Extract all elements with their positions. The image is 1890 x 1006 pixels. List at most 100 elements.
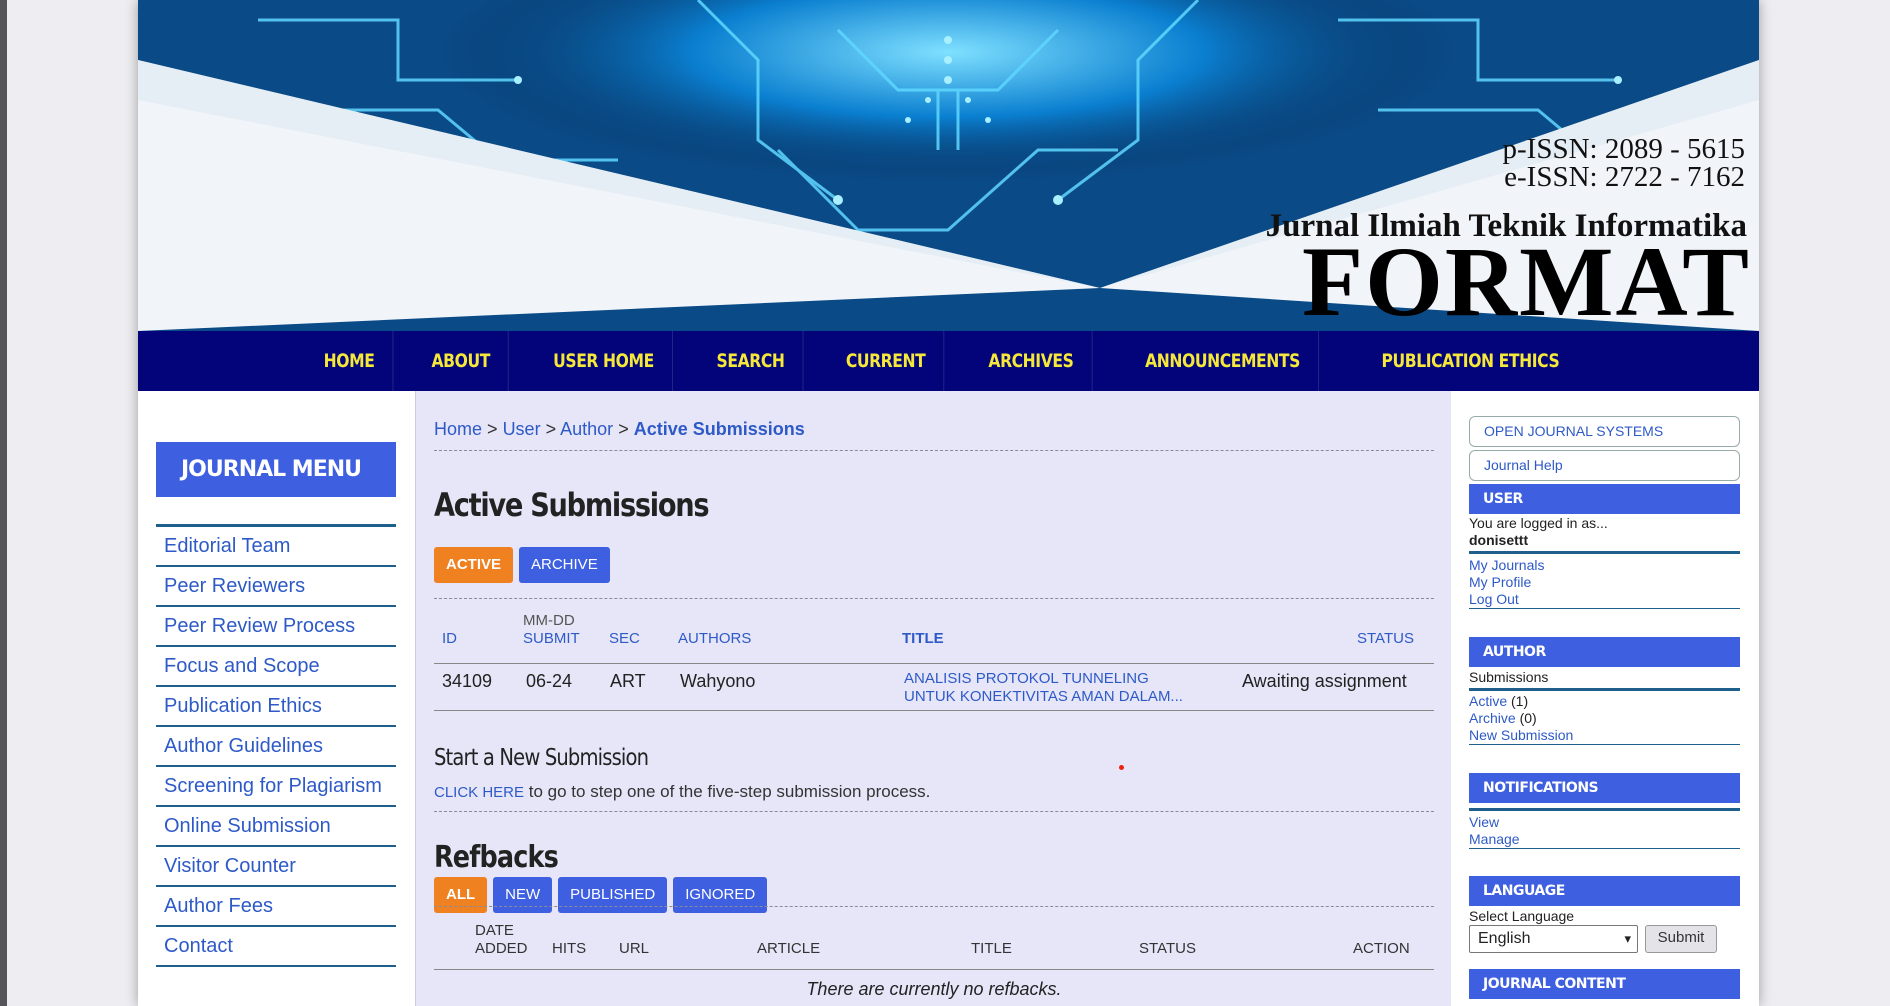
click-here-link[interactable]: CLICK HERE xyxy=(434,784,524,801)
submission-tabs: ACTIVE ARCHIVE xyxy=(434,547,610,583)
ref-col-action: ACTION xyxy=(1353,940,1410,957)
col-date-submit[interactable]: SUBMIT xyxy=(523,630,580,647)
nav-user-home[interactable]: USER HOME xyxy=(535,331,673,391)
divider xyxy=(434,811,1434,812)
row-title-link[interactable]: ANALISIS PROTOKOL TUNNELING UNTUK KONEKT… xyxy=(904,670,1183,706)
notifications-view-link[interactable]: View xyxy=(1469,814,1499,830)
author-active-link[interactable]: Active xyxy=(1469,693,1507,709)
ref-col-article: ARTICLE xyxy=(757,940,821,957)
new-submission-link[interactable]: New Submission xyxy=(1469,727,1573,743)
menu-screening-plagiarism[interactable]: Screening for Plagiarism xyxy=(156,767,396,807)
menu-peer-reviewers[interactable]: Peer Reviewers xyxy=(156,567,396,607)
pissn-text: p-ISSN: 2089 - 5615 xyxy=(1502,133,1745,165)
menu-peer-review-process[interactable]: Peer Review Process xyxy=(156,607,396,647)
nav-announcements[interactable]: ANNOUNCEMENTS xyxy=(1127,331,1319,391)
col-sec[interactable]: SEC xyxy=(609,630,640,647)
divider xyxy=(1469,688,1740,691)
col-date-top: MM-DD xyxy=(523,612,575,629)
divider xyxy=(1469,551,1740,554)
journal-menu-heading: JOURNAL MENU xyxy=(156,442,396,497)
eissn-text: e-ISSN: 2722 - 7162 xyxy=(1504,161,1745,193)
notifications-manage-link[interactable]: Manage xyxy=(1469,831,1520,847)
col-authors[interactable]: AUTHORS xyxy=(678,630,751,647)
journal-help-button[interactable]: Journal Help xyxy=(1469,450,1740,481)
tab-all[interactable]: ALL xyxy=(434,877,488,913)
menu-focus-and-scope[interactable]: Focus and Scope xyxy=(156,647,396,687)
my-journals-link[interactable]: My Journals xyxy=(1469,557,1544,573)
journal-menu-list: Editorial Team Peer Reviewers Peer Revie… xyxy=(156,524,396,967)
page-title: Active Submissions xyxy=(434,486,710,524)
nav-archives[interactable]: ARCHIVES xyxy=(971,331,1093,391)
col-title[interactable]: TITLE xyxy=(902,630,944,647)
breadcrumb-sep: > xyxy=(618,419,629,439)
journal-content-heading: JOURNAL CONTENT xyxy=(1469,969,1740,999)
my-profile-link[interactable]: My Profile xyxy=(1469,574,1531,590)
nav-search[interactable]: SEARCH xyxy=(699,331,804,391)
language-select[interactable]: English ▾ xyxy=(1469,925,1638,953)
cursor-dot xyxy=(1119,765,1124,770)
issn-block: p-ISSN: 2089 - 5615 e-ISSN: 2722 - 7162 xyxy=(1502,133,1745,193)
row-date: 06-24 xyxy=(526,671,573,691)
breadcrumb-author[interactable]: Author xyxy=(560,419,613,439)
author-active-count: (1) xyxy=(1511,693,1529,709)
breadcrumb: Home > User > Author > Active Submission… xyxy=(434,419,805,440)
menu-online-submission[interactable]: Online Submission xyxy=(156,807,396,847)
nav-about[interactable]: ABOUT xyxy=(414,331,510,391)
submissions-label: Submissions xyxy=(1469,669,1549,685)
new-submission-text: CLICK HERE to go to step one of the five… xyxy=(434,782,930,802)
language-selected: English xyxy=(1478,930,1531,947)
nav-home[interactable]: HOME xyxy=(306,331,394,391)
journal-title-logo: FORMAT xyxy=(1302,226,1751,332)
ref-col-date-bottom: ADDED xyxy=(475,940,528,957)
divider xyxy=(1469,808,1740,811)
username: donisettt xyxy=(1469,532,1529,548)
row-authors: Wahyono xyxy=(680,671,756,691)
menu-visitor-counter[interactable]: Visitor Counter xyxy=(156,847,396,887)
tab-archive[interactable]: ARCHIVE xyxy=(519,547,610,583)
menu-author-guidelines[interactable]: Author Guidelines xyxy=(156,727,396,767)
row-title-line1[interactable]: ANALISIS PROTOKOL TUNNELING xyxy=(904,670,1183,688)
page: p-ISSN: 2089 - 5615 e-ISSN: 2722 - 7162 … xyxy=(138,0,1759,1006)
user-heading: USER xyxy=(1469,484,1740,514)
select-language-label: Select Language xyxy=(1469,908,1575,924)
main-content: Home > User > Author > Active Submission… xyxy=(415,391,1453,1006)
divider xyxy=(1469,848,1740,849)
notifications-heading: NOTIFICATIONS xyxy=(1469,773,1740,803)
divider xyxy=(434,710,1434,711)
row-sec: ART xyxy=(610,671,646,691)
col-id[interactable]: ID xyxy=(442,630,457,647)
log-out-link[interactable]: Log Out xyxy=(1469,591,1519,607)
language-submit-button[interactable]: Submit xyxy=(1645,925,1717,953)
ref-col-title: TITLE xyxy=(971,940,1012,957)
no-refbacks-message: There are currently no refbacks. xyxy=(806,979,1062,999)
tab-published[interactable]: PUBLISHED xyxy=(558,877,668,913)
tab-new[interactable]: NEW xyxy=(493,877,553,913)
menu-author-fees[interactable]: Author Fees xyxy=(156,887,396,927)
breadcrumb-user[interactable]: User xyxy=(503,419,541,439)
row-title-line2[interactable]: UNTUK KONEKTIVITAS AMAN DALAM... xyxy=(904,688,1183,706)
author-archive-link[interactable]: Archive xyxy=(1469,710,1516,726)
menu-publication-ethics[interactable]: Publication Ethics xyxy=(156,687,396,727)
tab-ignored[interactable]: IGNORED xyxy=(673,877,768,913)
tab-active[interactable]: ACTIVE xyxy=(434,547,514,583)
nav-current[interactable]: CURRENT xyxy=(828,331,945,391)
menu-editorial-team[interactable]: Editorial Team xyxy=(156,527,396,567)
row-id: 34109 xyxy=(442,671,493,691)
menu-contact[interactable]: Contact xyxy=(156,927,396,967)
breadcrumb-sep: > xyxy=(545,419,557,439)
new-submission-desc: to go to step one of the five-step submi… xyxy=(528,782,931,801)
window-frame xyxy=(0,0,7,1006)
breadcrumb-home[interactable]: Home xyxy=(434,419,482,439)
col-status[interactable]: STATUS xyxy=(1357,630,1414,647)
ojs-button[interactable]: OPEN JOURNAL SYSTEMS xyxy=(1469,416,1740,447)
ref-col-url: URL xyxy=(619,940,650,957)
breadcrumb-current[interactable]: Active Submissions xyxy=(634,419,805,439)
divider xyxy=(434,450,1434,451)
divider xyxy=(434,663,1434,664)
ref-col-date: DATE ADDED xyxy=(475,922,528,958)
ref-col-hits: HITS xyxy=(552,940,587,957)
author-archive-count: (0) xyxy=(1519,710,1537,726)
author-archive-row: Archive (0) xyxy=(1469,710,1537,726)
nav-publication-ethics[interactable]: PUBLICATION ETHICS xyxy=(1363,331,1577,391)
refbacks-heading: Refbacks xyxy=(434,840,559,875)
